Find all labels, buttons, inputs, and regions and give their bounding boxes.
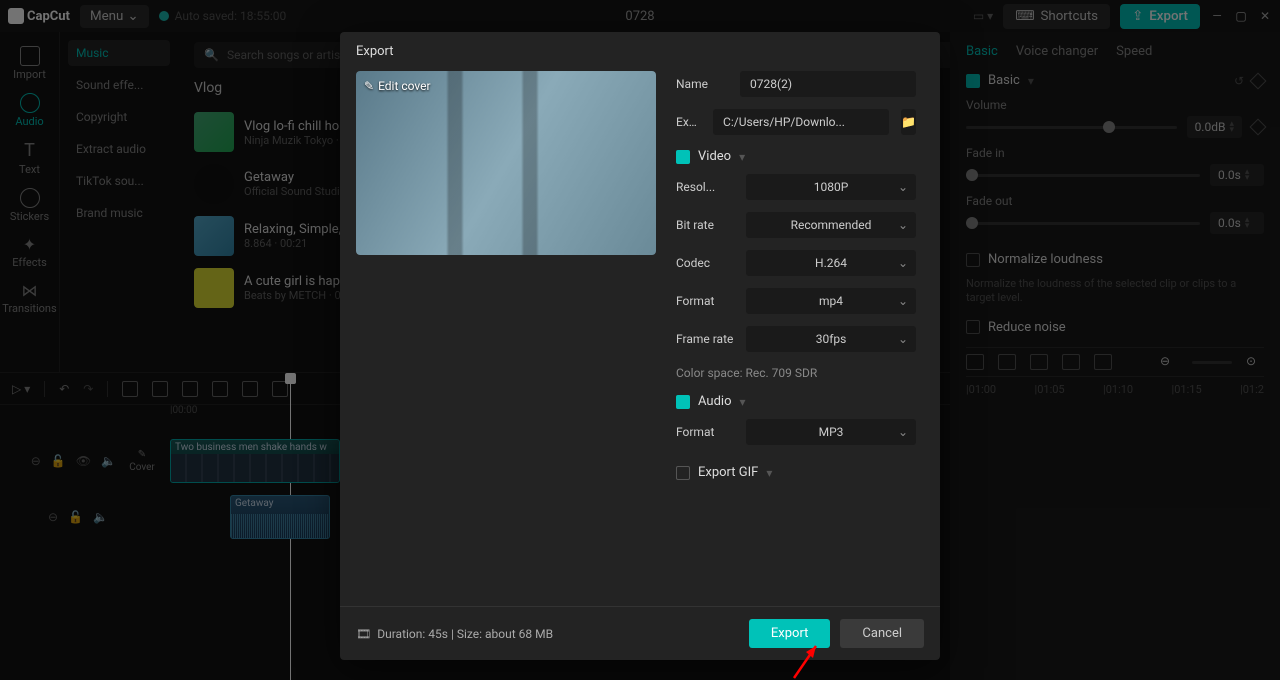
framerate-select[interactable]: 30fps <box>746 326 916 352</box>
bitrate-select[interactable]: Recommended <box>746 212 916 238</box>
video-section-label: Video <box>698 149 731 164</box>
chevron-icon: ▾ <box>739 395 745 409</box>
name-label: Name <box>676 77 728 91</box>
duration-text: Duration: 45s | Size: about 68 MB <box>377 627 553 641</box>
resolution-select[interactable]: 1080P <box>746 174 916 200</box>
exportto-label: Export to <box>676 115 701 129</box>
codec-label: Codec <box>676 256 734 270</box>
cancel-button[interactable]: Cancel <box>840 619 924 648</box>
colorspace-info: Color space: Rec. 709 SDR <box>676 366 916 380</box>
gif-checkbox[interactable] <box>676 466 690 480</box>
bitrate-label: Bit rate <box>676 218 734 232</box>
pencil-icon: ✎ <box>364 79 374 93</box>
film-icon: 🎞 <box>356 627 371 641</box>
video-checkbox[interactable] <box>676 150 690 164</box>
edit-cover-button[interactable]: ✎ Edit cover <box>364 79 431 93</box>
export-form: Name Export to 📁 Video ▾ Resol... 1080P Bit… <box>676 71 924 606</box>
modal-footer: 🎞 Duration: 45s | Size: about 68 MB Expor… <box>340 606 940 660</box>
edit-cover-label: Edit cover <box>378 79 431 93</box>
name-input[interactable] <box>740 71 916 97</box>
folder-icon: 📁 <box>901 115 916 129</box>
format-label: Format <box>676 294 734 308</box>
resolution-label: Resol... <box>676 180 734 194</box>
chevron-icon: ▾ <box>766 466 772 480</box>
codec-select[interactable]: H.264 <box>746 250 916 276</box>
export-preview: ✎ Edit cover <box>356 71 656 255</box>
chevron-icon: ▾ <box>739 150 745 164</box>
browse-folder-button[interactable]: 📁 <box>901 109 916 135</box>
export-duration: 🎞 Duration: 45s | Size: about 68 MB <box>356 627 553 641</box>
export-confirm-button[interactable]: Export <box>749 619 831 648</box>
format-select[interactable]: mp4 <box>746 288 916 314</box>
exportto-input[interactable] <box>713 109 889 135</box>
audio-checkbox[interactable] <box>676 395 690 409</box>
audio-format-select[interactable]: MP3 <box>746 419 916 445</box>
audio-section-label: Audio <box>698 394 731 409</box>
gif-section-label: Export GIF <box>698 465 758 480</box>
modal-title: Export <box>340 32 940 71</box>
export-modal: Export ✎ Edit cover Name Export to 📁 Video… <box>340 32 940 660</box>
framerate-label: Frame rate <box>676 332 734 346</box>
audio-format-label: Format <box>676 425 734 439</box>
